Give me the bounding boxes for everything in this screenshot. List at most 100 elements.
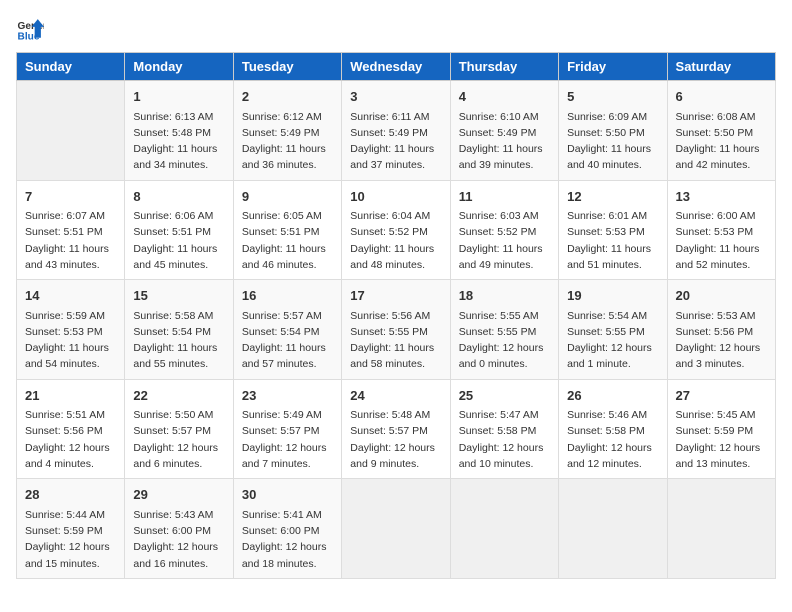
day-info: Sunrise: 6:07 AMSunset: 5:51 PMDaylight:… <box>25 208 116 273</box>
day-cell: 20Sunrise: 5:53 AMSunset: 5:56 PMDayligh… <box>667 280 775 380</box>
column-header-tuesday: Tuesday <box>233 53 341 81</box>
day-info: Sunrise: 6:03 AMSunset: 5:52 PMDaylight:… <box>459 208 550 273</box>
day-info: Sunrise: 6:00 AMSunset: 5:53 PMDaylight:… <box>676 208 767 273</box>
day-cell: 2Sunrise: 6:12 AMSunset: 5:49 PMDaylight… <box>233 81 341 181</box>
day-cell: 17Sunrise: 5:56 AMSunset: 5:55 PMDayligh… <box>342 280 450 380</box>
day-number: 13 <box>676 187 767 207</box>
day-info: Sunrise: 5:56 AMSunset: 5:55 PMDaylight:… <box>350 308 441 373</box>
logo: General Blue <box>16 16 44 44</box>
day-cell: 22Sunrise: 5:50 AMSunset: 5:57 PMDayligh… <box>125 379 233 479</box>
day-cell: 5Sunrise: 6:09 AMSunset: 5:50 PMDaylight… <box>559 81 667 181</box>
day-cell <box>342 479 450 579</box>
day-info: Sunrise: 6:13 AMSunset: 5:48 PMDaylight:… <box>133 109 224 174</box>
day-number: 25 <box>459 386 550 406</box>
calendar-table: SundayMondayTuesdayWednesdayThursdayFrid… <box>16 52 776 579</box>
day-number: 28 <box>25 485 116 505</box>
column-header-monday: Monday <box>125 53 233 81</box>
calendar-header-row: SundayMondayTuesdayWednesdayThursdayFrid… <box>17 53 776 81</box>
day-info: Sunrise: 6:12 AMSunset: 5:49 PMDaylight:… <box>242 109 333 174</box>
day-number: 4 <box>459 87 550 107</box>
day-info: Sunrise: 6:08 AMSunset: 5:50 PMDaylight:… <box>676 109 767 174</box>
day-info: Sunrise: 5:46 AMSunset: 5:58 PMDaylight:… <box>567 407 658 472</box>
day-cell: 26Sunrise: 5:46 AMSunset: 5:58 PMDayligh… <box>559 379 667 479</box>
day-number: 18 <box>459 286 550 306</box>
day-number: 14 <box>25 286 116 306</box>
day-info: Sunrise: 5:43 AMSunset: 6:00 PMDaylight:… <box>133 507 224 572</box>
day-info: Sunrise: 5:55 AMSunset: 5:55 PMDaylight:… <box>459 308 550 373</box>
day-cell <box>450 479 558 579</box>
day-cell: 25Sunrise: 5:47 AMSunset: 5:58 PMDayligh… <box>450 379 558 479</box>
header: General Blue <box>16 16 776 44</box>
day-number: 2 <box>242 87 333 107</box>
day-number: 23 <box>242 386 333 406</box>
day-cell: 21Sunrise: 5:51 AMSunset: 5:56 PMDayligh… <box>17 379 125 479</box>
day-info: Sunrise: 6:06 AMSunset: 5:51 PMDaylight:… <box>133 208 224 273</box>
day-cell: 24Sunrise: 5:48 AMSunset: 5:57 PMDayligh… <box>342 379 450 479</box>
logo-icon: General Blue <box>16 16 44 44</box>
day-cell: 13Sunrise: 6:00 AMSunset: 5:53 PMDayligh… <box>667 180 775 280</box>
day-cell: 16Sunrise: 5:57 AMSunset: 5:54 PMDayligh… <box>233 280 341 380</box>
day-info: Sunrise: 5:57 AMSunset: 5:54 PMDaylight:… <box>242 308 333 373</box>
column-header-sunday: Sunday <box>17 53 125 81</box>
day-info: Sunrise: 5:44 AMSunset: 5:59 PMDaylight:… <box>25 507 116 572</box>
day-info: Sunrise: 5:54 AMSunset: 5:55 PMDaylight:… <box>567 308 658 373</box>
week-row-4: 21Sunrise: 5:51 AMSunset: 5:56 PMDayligh… <box>17 379 776 479</box>
day-cell: 19Sunrise: 5:54 AMSunset: 5:55 PMDayligh… <box>559 280 667 380</box>
day-number: 29 <box>133 485 224 505</box>
column-header-friday: Friday <box>559 53 667 81</box>
day-info: Sunrise: 5:45 AMSunset: 5:59 PMDaylight:… <box>676 407 767 472</box>
day-info: Sunrise: 5:50 AMSunset: 5:57 PMDaylight:… <box>133 407 224 472</box>
week-row-2: 7Sunrise: 6:07 AMSunset: 5:51 PMDaylight… <box>17 180 776 280</box>
day-cell: 8Sunrise: 6:06 AMSunset: 5:51 PMDaylight… <box>125 180 233 280</box>
day-cell: 12Sunrise: 6:01 AMSunset: 5:53 PMDayligh… <box>559 180 667 280</box>
day-number: 12 <box>567 187 658 207</box>
column-header-wednesday: Wednesday <box>342 53 450 81</box>
day-info: Sunrise: 5:48 AMSunset: 5:57 PMDaylight:… <box>350 407 441 472</box>
day-cell: 6Sunrise: 6:08 AMSunset: 5:50 PMDaylight… <box>667 81 775 181</box>
week-row-3: 14Sunrise: 5:59 AMSunset: 5:53 PMDayligh… <box>17 280 776 380</box>
day-number: 7 <box>25 187 116 207</box>
day-number: 26 <box>567 386 658 406</box>
column-header-saturday: Saturday <box>667 53 775 81</box>
day-number: 19 <box>567 286 658 306</box>
day-cell: 30Sunrise: 5:41 AMSunset: 6:00 PMDayligh… <box>233 479 341 579</box>
day-cell: 11Sunrise: 6:03 AMSunset: 5:52 PMDayligh… <box>450 180 558 280</box>
day-number: 27 <box>676 386 767 406</box>
day-cell: 10Sunrise: 6:04 AMSunset: 5:52 PMDayligh… <box>342 180 450 280</box>
week-row-5: 28Sunrise: 5:44 AMSunset: 5:59 PMDayligh… <box>17 479 776 579</box>
day-info: Sunrise: 5:49 AMSunset: 5:57 PMDaylight:… <box>242 407 333 472</box>
day-info: Sunrise: 5:47 AMSunset: 5:58 PMDaylight:… <box>459 407 550 472</box>
day-number: 1 <box>133 87 224 107</box>
day-info: Sunrise: 5:41 AMSunset: 6:00 PMDaylight:… <box>242 507 333 572</box>
day-info: Sunrise: 6:04 AMSunset: 5:52 PMDaylight:… <box>350 208 441 273</box>
day-cell: 7Sunrise: 6:07 AMSunset: 5:51 PMDaylight… <box>17 180 125 280</box>
day-number: 17 <box>350 286 441 306</box>
day-number: 24 <box>350 386 441 406</box>
day-number: 9 <box>242 187 333 207</box>
day-number: 10 <box>350 187 441 207</box>
day-cell: 4Sunrise: 6:10 AMSunset: 5:49 PMDaylight… <box>450 81 558 181</box>
day-info: Sunrise: 5:51 AMSunset: 5:56 PMDaylight:… <box>25 407 116 472</box>
day-cell: 14Sunrise: 5:59 AMSunset: 5:53 PMDayligh… <box>17 280 125 380</box>
day-cell: 3Sunrise: 6:11 AMSunset: 5:49 PMDaylight… <box>342 81 450 181</box>
day-info: Sunrise: 5:53 AMSunset: 5:56 PMDaylight:… <box>676 308 767 373</box>
day-cell <box>667 479 775 579</box>
day-cell: 29Sunrise: 5:43 AMSunset: 6:00 PMDayligh… <box>125 479 233 579</box>
day-cell: 9Sunrise: 6:05 AMSunset: 5:51 PMDaylight… <box>233 180 341 280</box>
day-cell <box>17 81 125 181</box>
week-row-1: 1Sunrise: 6:13 AMSunset: 5:48 PMDaylight… <box>17 81 776 181</box>
day-number: 21 <box>25 386 116 406</box>
day-info: Sunrise: 6:05 AMSunset: 5:51 PMDaylight:… <box>242 208 333 273</box>
day-number: 3 <box>350 87 441 107</box>
day-info: Sunrise: 6:10 AMSunset: 5:49 PMDaylight:… <box>459 109 550 174</box>
day-cell: 28Sunrise: 5:44 AMSunset: 5:59 PMDayligh… <box>17 479 125 579</box>
day-number: 22 <box>133 386 224 406</box>
day-info: Sunrise: 6:11 AMSunset: 5:49 PMDaylight:… <box>350 109 441 174</box>
day-cell: 15Sunrise: 5:58 AMSunset: 5:54 PMDayligh… <box>125 280 233 380</box>
day-cell <box>559 479 667 579</box>
day-cell: 18Sunrise: 5:55 AMSunset: 5:55 PMDayligh… <box>450 280 558 380</box>
column-header-thursday: Thursday <box>450 53 558 81</box>
day-cell: 23Sunrise: 5:49 AMSunset: 5:57 PMDayligh… <box>233 379 341 479</box>
day-number: 6 <box>676 87 767 107</box>
day-number: 8 <box>133 187 224 207</box>
